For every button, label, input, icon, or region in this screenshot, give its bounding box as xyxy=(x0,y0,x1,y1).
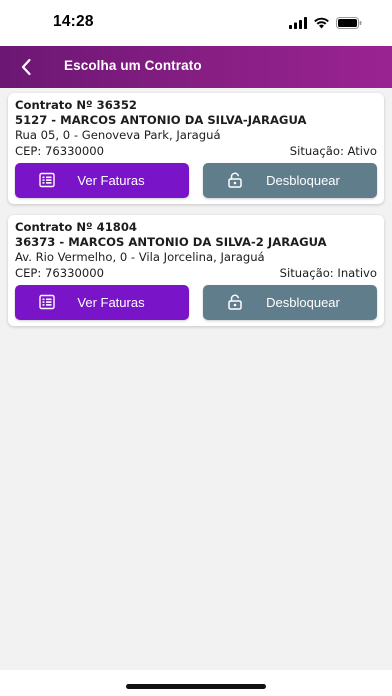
desbloquear-label: Desbloquear xyxy=(266,172,340,188)
unlock-icon xyxy=(228,172,242,189)
wifi-icon xyxy=(313,14,330,33)
status-icons xyxy=(289,14,362,33)
ver-faturas-button[interactable]: Ver Faturas xyxy=(15,284,189,320)
list-icon xyxy=(39,173,55,188)
contract-card: Contrato Nº 36352 5127 - MARCOS ANTONIO … xyxy=(8,93,384,204)
contract-info-row: CEP: 76330000 Situação: Ativo xyxy=(15,144,377,159)
chevron-left-icon xyxy=(21,58,31,76)
contract-card: Contrato Nº 41804 36373 - MARCOS ANTONIO… xyxy=(8,215,384,326)
desbloquear-label: Desbloquear xyxy=(266,294,340,310)
status-bar: 14:28 xyxy=(0,0,392,46)
list-icon xyxy=(39,295,55,310)
back-button[interactable] xyxy=(12,54,40,80)
bottom-bar xyxy=(0,670,392,696)
unlock-icon xyxy=(228,294,242,311)
contract-address: Rua 05, 0 - Genoveva Park, Jaraguá xyxy=(15,128,221,143)
ver-faturas-label: Ver Faturas xyxy=(77,294,145,310)
contract-address: Av. Rio Vermelho, 0 - Vila Jorcelina, Ja… xyxy=(15,250,265,265)
contract-actions: Ver Faturas Desbloquear xyxy=(15,162,377,198)
home-indicator[interactable] xyxy=(126,684,266,689)
contract-actions: Ver Faturas Desbloquear xyxy=(15,284,377,320)
contract-cep: CEP: 76330000 xyxy=(15,265,105,280)
contract-client: 5127 - MARCOS ANTONIO DA SILVA-JARAGUA xyxy=(15,113,307,128)
status-time: 14:28 xyxy=(53,13,94,30)
contract-info-row: CEP: 76330000 Situação: Inativo xyxy=(15,266,377,281)
app-bar: Escolha um Contrato xyxy=(0,46,392,88)
signal-icon xyxy=(289,14,307,33)
contract-client: 36373 - MARCOS ANTONIO DA SILVA-2 JARAGU… xyxy=(15,235,327,250)
ver-faturas-label: Ver Faturas xyxy=(77,172,145,188)
page-title: Escolha um Contrato xyxy=(64,58,202,73)
desbloquear-button[interactable]: Desbloquear xyxy=(203,162,377,198)
contract-status: Situação: Inativo xyxy=(279,265,377,280)
battery-icon xyxy=(336,14,362,33)
contract-cep: CEP: 76330000 xyxy=(15,143,105,158)
contract-number: Contrato Nº 41804 xyxy=(15,220,137,234)
contract-number: Contrato Nº 36352 xyxy=(15,98,137,112)
ver-faturas-button[interactable]: Ver Faturas xyxy=(15,162,189,198)
desbloquear-button[interactable]: Desbloquear xyxy=(203,284,377,320)
contract-status: Situação: Ativo xyxy=(289,143,377,158)
